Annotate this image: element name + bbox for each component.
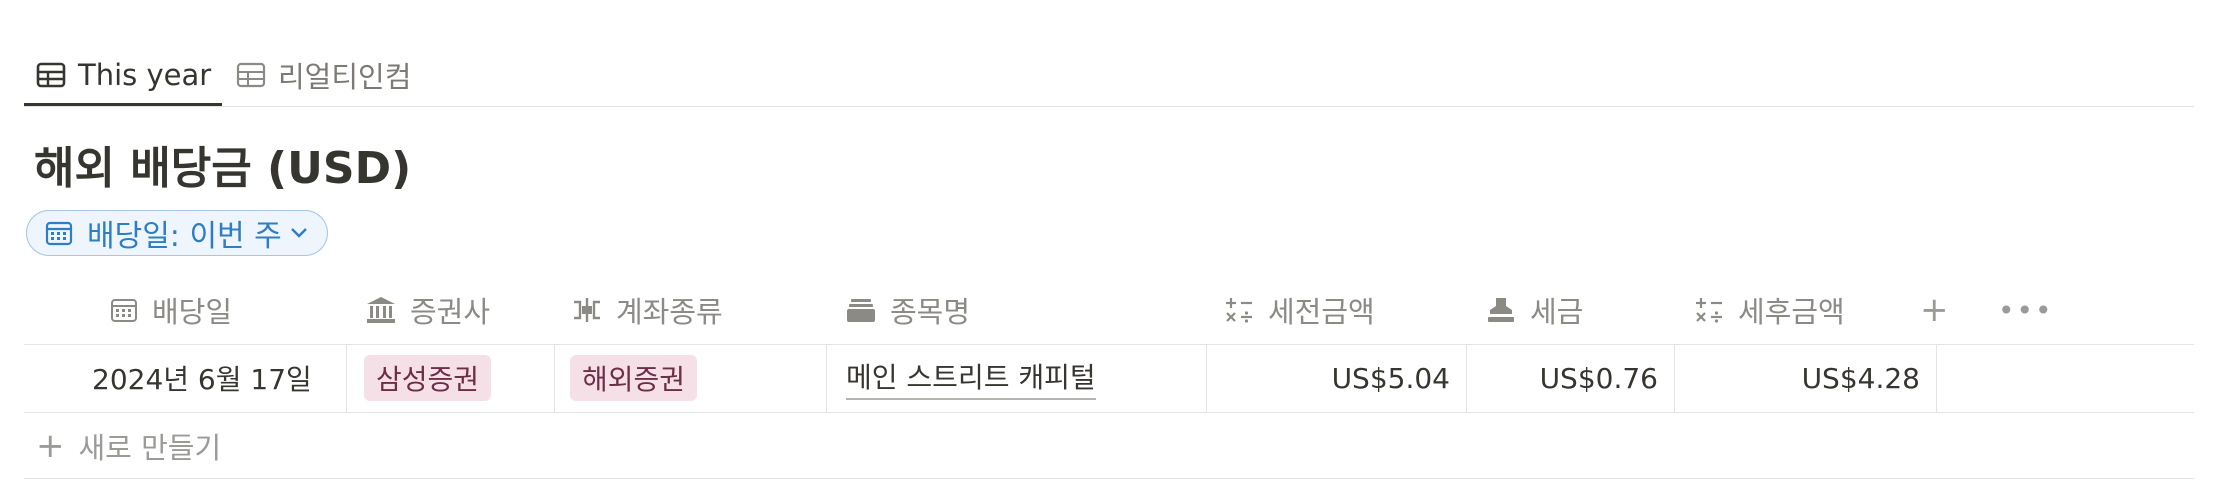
column-label: 세전금액 <box>1268 295 1375 329</box>
tax-cell[interactable]: US$0.76 <box>1466 344 1658 412</box>
stamp-icon <box>1488 298 1514 322</box>
broker-cell[interactable]: 삼성증권 <box>364 344 492 412</box>
add-property-button[interactable]: + <box>1920 290 1949 330</box>
stack-icon <box>847 299 875 322</box>
column-label: 배당일 <box>152 295 233 329</box>
column-header-broker[interactable]: 증권사 <box>366 290 490 330</box>
date-cell[interactable]: 2024년 6월 17일 <box>92 344 312 412</box>
tab-this-year[interactable]: This year <box>36 44 211 106</box>
column-header-tax[interactable]: 세금 <box>1486 290 1583 330</box>
more-options-button[interactable]: ••• <box>1998 290 2054 330</box>
column-divider <box>346 344 347 412</box>
page-title: 해외 배당금 (USD) <box>34 143 412 194</box>
tab-realty-income[interactable]: 리얼티인컴 <box>236 44 411 106</box>
plus-icon: + <box>36 426 65 466</box>
tab-label: 리얼티인컴 <box>278 60 412 94</box>
table-icon <box>236 62 266 88</box>
pretax-cell[interactable]: US$5.04 <box>1206 344 1450 412</box>
column-label: 계좌종류 <box>616 295 723 329</box>
stock-link[interactable]: 메인 스트리트 캐피털 <box>846 356 1096 400</box>
column-divider <box>826 344 827 412</box>
column-divider <box>1936 344 1937 412</box>
column-header-account-type[interactable]: 계좌종류 <box>572 290 723 330</box>
table-icon <box>36 62 66 88</box>
column-label: 세금 <box>1530 295 1584 329</box>
column-header-date[interactable]: 배당일 <box>110 290 232 330</box>
date-filter-chip[interactable]: 배당일: 이번 주 <box>26 210 328 256</box>
broker-tag[interactable]: 삼성증권 <box>364 355 492 401</box>
bank-icon <box>367 297 395 323</box>
account-type-tag[interactable]: 해외증권 <box>570 355 698 401</box>
column-label: 증권사 <box>410 295 491 329</box>
column-header-aftertax[interactable]: 세후금액 <box>1694 290 1845 330</box>
stock-cell[interactable]: 메인 스트리트 캐피털 <box>846 344 1096 412</box>
formula-icon <box>1226 298 1252 323</box>
column-header-stock[interactable]: 종목명 <box>846 290 970 330</box>
account-type-cell[interactable]: 해외증권 <box>570 344 698 412</box>
calendar-icon <box>45 221 73 246</box>
tab-label: This year <box>78 58 212 92</box>
column-header-pretax[interactable]: 세전금액 <box>1224 290 1375 330</box>
column-label: 세후금액 <box>1738 295 1845 329</box>
new-row-label: 새로 만들기 <box>78 431 222 465</box>
tab-divider <box>24 106 2194 107</box>
chevron-down-icon <box>290 228 307 238</box>
column-label: 종목명 <box>890 295 971 329</box>
formula-icon <box>1696 298 1722 323</box>
account-type-icon <box>574 298 600 322</box>
filter-label: 배당일: 이번 주 <box>87 219 282 254</box>
aftertax-cell[interactable]: US$4.28 <box>1674 344 1920 412</box>
new-row-button[interactable]: + 새로 만들기 <box>36 424 221 468</box>
calendar-icon <box>111 299 137 322</box>
column-divider <box>554 344 555 412</box>
table-row-border <box>24 478 2194 479</box>
table-row-border <box>24 412 2194 413</box>
